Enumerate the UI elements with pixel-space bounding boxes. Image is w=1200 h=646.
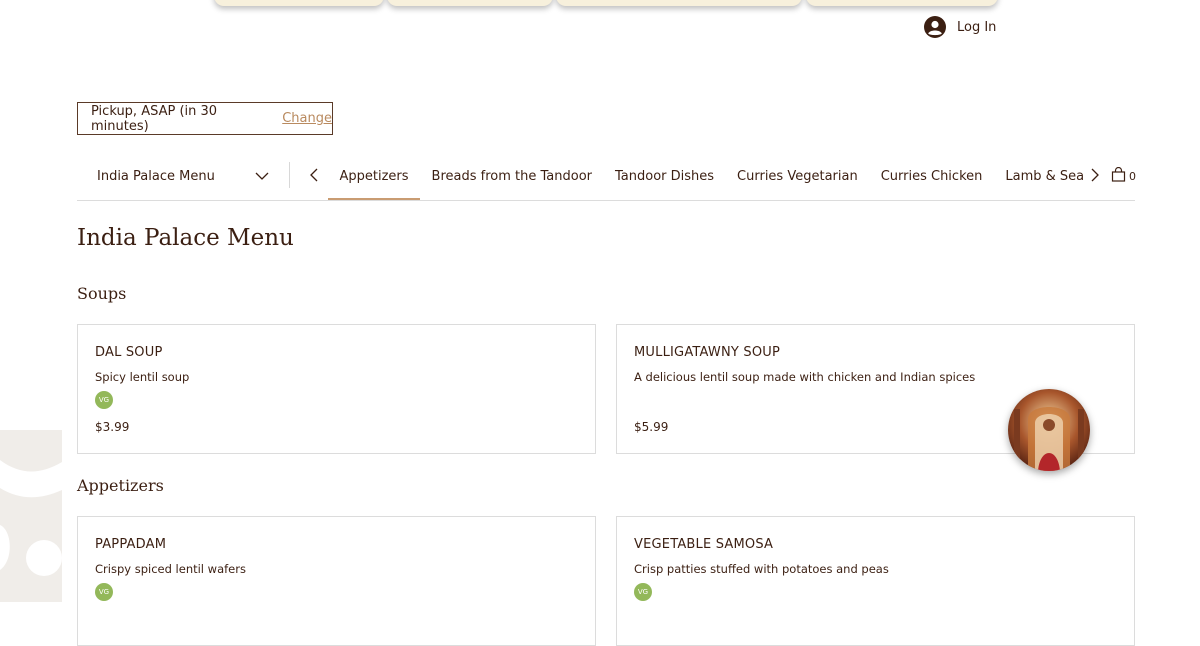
chevron-down-icon (255, 169, 269, 184)
item-price: $5.99 (634, 420, 669, 434)
menu-item-card[interactable]: PAPPADAM Crispy spiced lentil wafers VG (77, 516, 596, 646)
cart-count: 0 (1129, 169, 1136, 183)
menu-item-card[interactable]: VEGETABLE SAMOSA Crisp patties stuffed w… (616, 516, 1135, 646)
tab-label: Lamb & Sea Food Curries (1005, 168, 1086, 184)
top-nav-pill-4[interactable] (806, 0, 998, 6)
change-pickup-link[interactable]: Change (282, 111, 332, 126)
tab-tandoor-dishes[interactable]: Tandoor Dishes (604, 152, 726, 200)
top-nav-pill-2[interactable] (387, 0, 553, 6)
item-description: Spicy lentil soup (95, 370, 190, 384)
tab-label: Curries Chicken (880, 168, 983, 184)
cart-button[interactable]: 0 (1111, 152, 1136, 200)
top-nav-pill-1[interactable] (214, 0, 384, 6)
tab-label: Curries Vegetarian (737, 168, 858, 184)
tabs-scroll-left-button[interactable] (306, 152, 322, 200)
shopping-bag-icon (1111, 166, 1126, 185)
item-price: $3.99 (95, 420, 130, 434)
background-decoration (0, 430, 62, 602)
chevron-left-icon (310, 167, 318, 186)
tab-label: Tandoor Dishes (615, 168, 715, 184)
tab-curries-vegetarian[interactable]: Curries Vegetarian (726, 152, 870, 200)
menu-navigation: India Palace Menu Appetizers Breads from… (77, 152, 1136, 201)
pickup-info: Pickup, ASAP (in 30 minutes) Change (77, 102, 333, 135)
vegan-badge: VG (634, 583, 652, 601)
tabs-scroll-right-button[interactable] (1087, 152, 1103, 200)
tab-lamb-seafood[interactable]: Lamb & Sea Food Curries (994, 152, 1086, 200)
item-name: MULLIGATAWNY SOUP (634, 345, 781, 360)
login-label: Log In (957, 19, 997, 35)
vegan-badge: VG (95, 391, 113, 409)
chevron-right-icon (1091, 167, 1099, 186)
tab-appetizers[interactable]: Appetizers (328, 152, 421, 200)
tab-curries-chicken[interactable]: Curries Chicken (869, 152, 994, 200)
page-title: India Palace Menu (77, 225, 294, 251)
vegan-badge: VG (95, 583, 113, 601)
section-title-appetizers: Appetizers (77, 476, 164, 495)
user-avatar-icon (924, 16, 946, 38)
menu-selector-dropdown[interactable]: India Palace Menu (97, 152, 269, 200)
top-nav-pill-3[interactable] (556, 0, 802, 6)
tab-label: Appetizers (339, 168, 409, 184)
item-description: A delicious lentil soup made with chicke… (634, 370, 976, 384)
item-name: DAL SOUP (95, 345, 163, 360)
menu-divider (289, 162, 290, 188)
chat-assistant-avatar[interactable] (1008, 389, 1090, 471)
selected-menu-label: India Palace Menu (97, 168, 215, 184)
item-description: Crispy spiced lentil wafers (95, 562, 246, 576)
category-tabs: Appetizers Breads from the Tandoor Tando… (328, 152, 1086, 200)
section-title-soups: Soups (77, 284, 127, 303)
item-name: VEGETABLE SAMOSA (634, 537, 774, 552)
assistant-portrait-image (1008, 389, 1090, 471)
tab-breads[interactable]: Breads from the Tandoor (420, 152, 603, 200)
item-description: Crisp patties stuffed with potatoes and … (634, 562, 889, 576)
item-name: PAPPADAM (95, 537, 167, 552)
pickup-text: Pickup, ASAP (in 30 minutes) (91, 103, 218, 134)
login-button[interactable]: Log In (924, 16, 996, 38)
tab-label: Breads from the Tandoor (431, 168, 592, 184)
menu-item-card[interactable]: DAL SOUP Spicy lentil soup VG $3.99 (77, 324, 596, 454)
